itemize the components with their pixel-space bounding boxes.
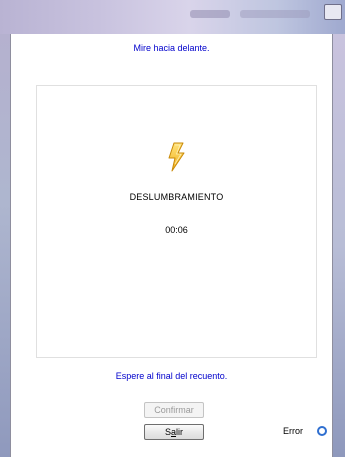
error-label: Error (283, 426, 303, 436)
wait-message: Espere al final del recuento. (115, 371, 228, 381)
dialog-client-area: Mire hacia delante. DESLUMBRAMIENTO 00:0… (10, 34, 333, 457)
instruction-text: Mire hacia delante. (133, 43, 210, 53)
close-icon[interactable] (324, 4, 342, 20)
window-frame-right (333, 34, 345, 457)
test-panel: DESLUMBRAMIENTO 00:06 (36, 85, 317, 358)
titlebar-blur (190, 10, 230, 18)
countdown-timer: 00:06 (165, 225, 188, 235)
window-titlebar (0, 0, 345, 34)
lightning-bolt-icon (168, 142, 185, 172)
error-status-icon (317, 426, 327, 436)
exit-label-suffix: lir (176, 427, 184, 437)
test-name-label: DESLUMBRAMIENTO (129, 192, 224, 202)
exit-button[interactable]: Salir (144, 424, 204, 440)
window-frame-left (0, 34, 10, 457)
titlebar-blur (240, 10, 310, 18)
confirm-button[interactable]: Confirmar (144, 402, 204, 418)
